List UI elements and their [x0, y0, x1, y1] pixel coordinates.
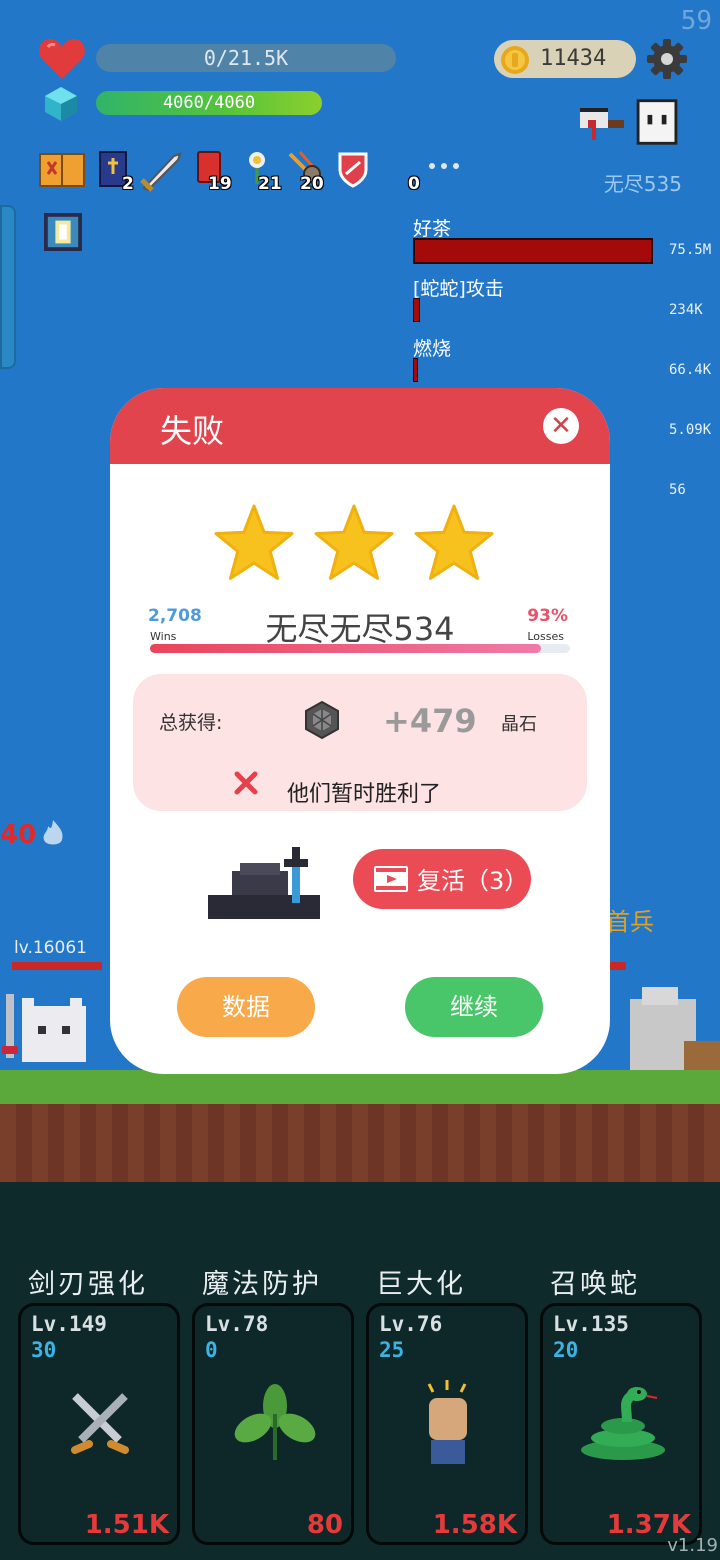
- gem-icon: [305, 700, 339, 740]
- skill-title: 巨大化: [376, 1269, 466, 1300]
- book-icon[interactable]: [38, 150, 88, 190]
- snake-icon: [581, 1387, 665, 1460]
- skill-title: 召唤蛇: [550, 1269, 640, 1300]
- skill-count: 20: [553, 1338, 579, 1362]
- enemy-name: 首兵: [606, 908, 654, 936]
- star-icon: [314, 504, 394, 580]
- health-text: 0/21.5K: [203, 46, 289, 70]
- progress-fill: [150, 644, 541, 653]
- cleaver-icon[interactable]: [576, 96, 628, 148]
- damage-bar: [413, 358, 418, 382]
- skill-cost: 80: [306, 1510, 343, 1540]
- close-icon: ✕: [550, 411, 572, 441]
- losses-label: Losses: [527, 630, 564, 643]
- star-icon: [414, 504, 494, 580]
- hero-grave-sprite: [208, 847, 320, 919]
- more-icon[interactable]: 0: [408, 150, 468, 194]
- sword-icon[interactable]: [138, 150, 188, 192]
- skill-card-summon-snake[interactable]: Lv.135 20 1.37K: [540, 1303, 702, 1545]
- close-x-icon: [234, 771, 258, 795]
- close-button[interactable]: ✕: [543, 408, 579, 444]
- item-count: 19: [208, 174, 232, 194]
- reward-unit: 晶石: [501, 714, 537, 735]
- damage-value: 56: [669, 482, 686, 498]
- enemy-hp-bar: [12, 962, 102, 970]
- item-count: 21: [258, 174, 282, 194]
- video-ad-icon: [374, 866, 408, 892]
- version-label: v1.19: [667, 1535, 718, 1556]
- dialog-title: 失败: [160, 412, 225, 450]
- skill-title: 魔法防护: [202, 1269, 322, 1300]
- damage-value: 75.5M: [669, 242, 712, 258]
- skill-level: Lv.78: [205, 1312, 269, 1336]
- defeat-dialog: 失败 ✕ 2,708 Wins 无尽无尽534 93% Losses 总获得: …: [110, 388, 610, 1074]
- data-button[interactable]: 数据: [177, 977, 315, 1037]
- ghost-icon[interactable]: [632, 96, 682, 148]
- heart-icon: [39, 39, 85, 79]
- enemy-level: lv.16061: [14, 938, 87, 958]
- damage-bar: [413, 298, 420, 322]
- skill-count: 30: [31, 1338, 57, 1362]
- endless-stage-label: 无尽535: [603, 172, 682, 196]
- mana-text: 4060/4060: [162, 93, 256, 113]
- reward-label: 总获得:: [159, 712, 223, 734]
- skill-card-giant[interactable]: Lv.76 25 1.58K: [366, 1303, 528, 1545]
- gear-icon[interactable]: [646, 38, 688, 80]
- damage-name: 燃烧: [413, 338, 452, 360]
- damage-value: 234K: [669, 302, 703, 318]
- side-drawer-handle[interactable]: [0, 205, 16, 369]
- losses-value: 93%: [527, 606, 568, 626]
- shield-icon[interactable]: [336, 150, 386, 190]
- skill-title: 剑刃强化: [28, 1269, 148, 1300]
- star-icon: [214, 504, 294, 580]
- coin-amount: 11434: [540, 46, 607, 71]
- item-count: 0: [408, 174, 420, 194]
- grass-ground: [0, 1070, 720, 1104]
- skill-count: 25: [379, 1338, 405, 1362]
- skill-level: Lv.149: [31, 1312, 107, 1336]
- revive-label: 复活（3）: [417, 867, 529, 895]
- star-rating: [214, 504, 494, 580]
- skill-level: Lv.76: [379, 1312, 443, 1336]
- fps-counter: 59: [680, 6, 712, 36]
- cat-knight-sprite: [2, 994, 86, 1062]
- leaf-icon: [234, 1384, 316, 1460]
- damage-value: 5.09K: [669, 422, 712, 438]
- revive-button[interactable]: 复活（3）: [353, 849, 531, 909]
- meteor-icon[interactable]: 20: [286, 150, 336, 194]
- coin-icon: [501, 46, 529, 74]
- skill-card-magic-shield[interactable]: Lv.78 0 80: [192, 1303, 354, 1545]
- item-count: 20: [300, 174, 324, 194]
- crystal-icon: [45, 87, 77, 121]
- continue-button[interactable]: 继续: [405, 977, 543, 1037]
- fire-icon: [43, 820, 63, 845]
- portal-icon[interactable]: [44, 213, 82, 251]
- skill-card-blade[interactable]: Lv.149 30 1.51K: [18, 1303, 180, 1545]
- skill-level: Lv.135: [553, 1312, 629, 1336]
- reward-amount: +479: [383, 702, 477, 740]
- fist-icon: [427, 1380, 467, 1464]
- combo-counter: 40: [0, 820, 37, 850]
- defeat-message: 他们暂时胜利了: [287, 782, 442, 807]
- rock-scenery: [630, 987, 720, 1071]
- skill-cost: 1.58K: [432, 1510, 517, 1540]
- crossed-swords-icon: [71, 1393, 129, 1454]
- damage-name: [蛇蛇]攻击: [413, 278, 504, 300]
- damage-bar: [413, 238, 653, 264]
- damage-name: 好茶: [413, 218, 452, 240]
- damage-value: 66.4K: [669, 362, 712, 378]
- red-card-icon[interactable]: 19: [194, 150, 244, 194]
- flower-icon[interactable]: 21: [242, 150, 292, 194]
- skill-count: 0: [205, 1338, 218, 1362]
- skill-cost: 1.51K: [84, 1510, 169, 1540]
- reward-panel: 总获得: +479 晶石 他们暂时胜利了: [133, 674, 587, 811]
- dirt-ground: [0, 1104, 720, 1182]
- item-count: 2: [122, 174, 134, 194]
